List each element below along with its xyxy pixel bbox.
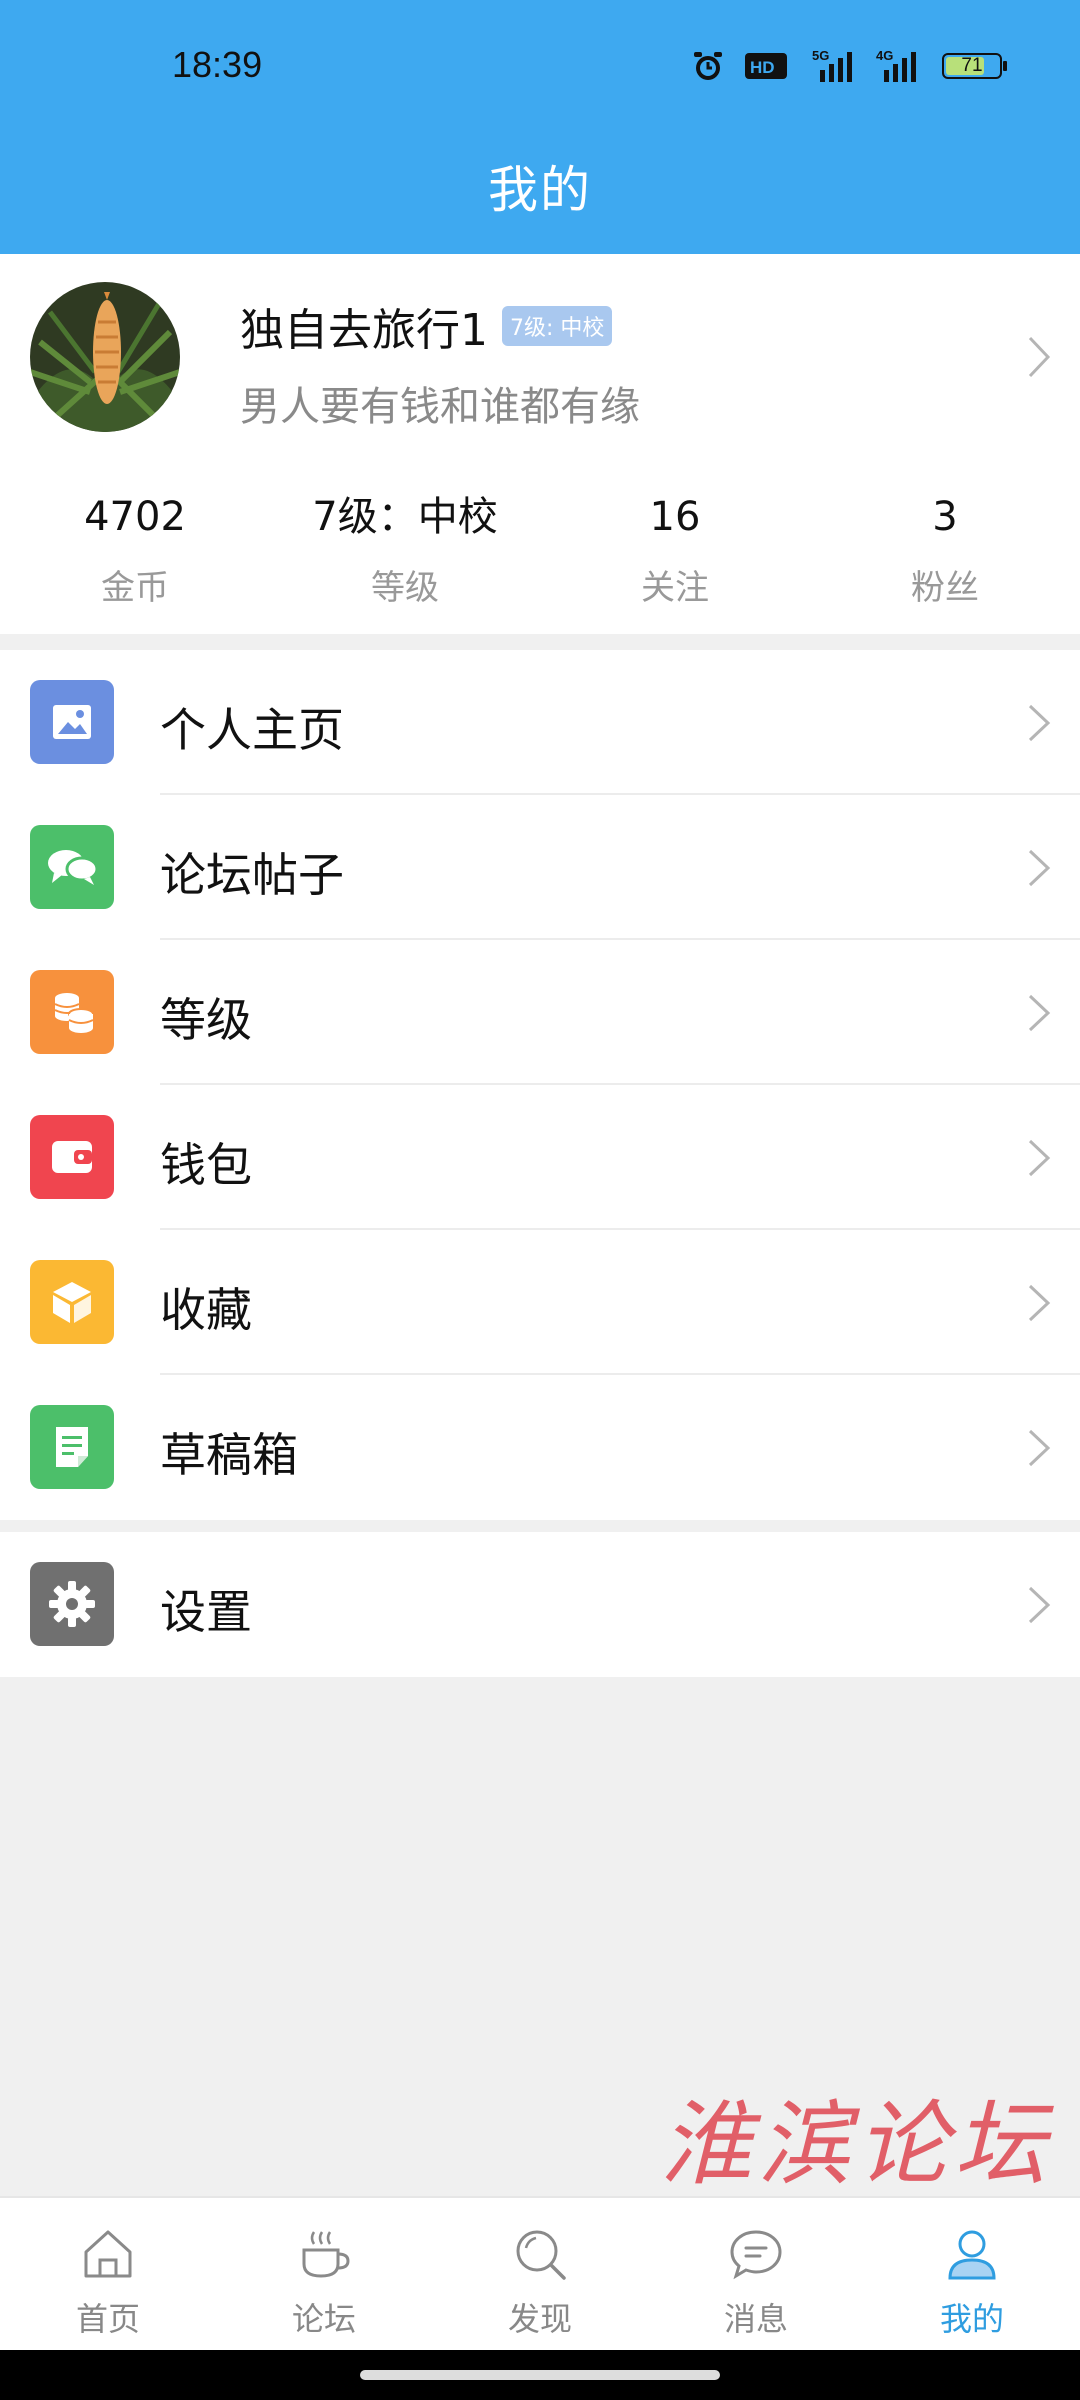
status-bar: 18:39 HD 5G 4G 71 bbox=[0, 40, 1080, 96]
hd-icon: HD bbox=[745, 53, 787, 79]
search-icon bbox=[516, 2230, 566, 2280]
stat-label: 关注 bbox=[641, 568, 709, 608]
nav-item-me[interactable]: 我的 bbox=[864, 2198, 1080, 2350]
nav-label: 首页 bbox=[75, 2300, 140, 2338]
svg-text:4G: 4G bbox=[876, 48, 893, 63]
user-icon bbox=[948, 2230, 996, 2280]
menu-item-label: 等级 bbox=[160, 993, 252, 1047]
nav-label: 论坛 bbox=[291, 2300, 356, 2338]
image-icon bbox=[30, 680, 114, 764]
stat-label: 金币 bbox=[101, 568, 169, 608]
box-icon bbox=[30, 1260, 114, 1344]
menu-item-label: 论坛帖子 bbox=[160, 848, 344, 902]
svg-text:5G: 5G bbox=[812, 48, 829, 63]
watermark: 淮滨论坛 bbox=[660, 2091, 1053, 2198]
stat-value: 7级：中校 bbox=[312, 494, 498, 540]
chevron-right-icon bbox=[1028, 704, 1051, 742]
nav-item-home[interactable]: 首页 bbox=[0, 2198, 216, 2350]
menu-item-drafts[interactable]: 草稿箱 bbox=[0, 1375, 1080, 1520]
chevron-right-icon bbox=[1028, 1586, 1051, 1624]
gear-icon bbox=[30, 1562, 114, 1646]
coffee-cup-icon bbox=[302, 2231, 350, 2278]
menu-item-label: 个人主页 bbox=[160, 703, 344, 757]
menu-item-wallet[interactable]: 钱包 bbox=[0, 1085, 1080, 1230]
menu-item-label: 收藏 bbox=[160, 1283, 252, 1337]
menu-item-level[interactable]: 等级 bbox=[0, 940, 1080, 1085]
nav-label: 我的 bbox=[939, 2300, 1004, 2338]
system-nav-bar bbox=[0, 2350, 1080, 2400]
status-time: 18:39 bbox=[172, 44, 263, 85]
menu-item-homepage[interactable]: 个人主页 bbox=[0, 650, 1080, 795]
battery-icon: 71 bbox=[942, 51, 1008, 81]
bottom-nav: 首页 论坛 发现 消息 我的 bbox=[0, 2196, 1080, 2350]
svg-text:HD: HD bbox=[750, 58, 775, 77]
stat-following[interactable]: 16 关注 bbox=[540, 492, 810, 609]
username: 独自去旅行1 bbox=[240, 305, 488, 356]
coins-icon bbox=[30, 970, 114, 1054]
app-header: 18:39 HD 5G 4G 71 我的 bbox=[0, 0, 1080, 254]
stat-value: 16 bbox=[649, 494, 701, 540]
stat-coins[interactable]: 4702 金币 bbox=[0, 492, 270, 609]
home-indicator[interactable] bbox=[360, 2370, 720, 2380]
chevron-right-icon[interactable] bbox=[1024, 332, 1054, 382]
5g-signal-icon: 5G bbox=[812, 48, 852, 82]
profile-stats: 4702 金币 7级：中校 等级 16 关注 3 粉丝 bbox=[0, 492, 1080, 609]
avatar[interactable] bbox=[30, 282, 180, 432]
profile-card[interactable]: 独自去旅行1 7级: 中校 男人要有钱和谁都有缘 4702 金币 7级：中校 等… bbox=[0, 254, 1080, 634]
stat-label: 等级 bbox=[371, 568, 439, 608]
draft-icon bbox=[30, 1405, 114, 1489]
menu-list: 个人主页 论坛帖子 等级 钱包 收藏 草稿箱 bbox=[0, 650, 1080, 1520]
battery-level: 71 bbox=[961, 55, 983, 76]
stat-label: 粉丝 bbox=[911, 568, 979, 608]
level-badge: 7级: 中校 bbox=[502, 306, 613, 346]
page-title: 我的 bbox=[488, 161, 592, 219]
nav-item-forum[interactable]: 论坛 bbox=[216, 2198, 432, 2350]
chevron-right-icon bbox=[1028, 1429, 1051, 1467]
menu-item-label: 设置 bbox=[160, 1585, 252, 1639]
menu-item-forum-posts[interactable]: 论坛帖子 bbox=[0, 795, 1080, 940]
chevron-right-icon bbox=[1028, 1139, 1051, 1177]
nav-label: 发现 bbox=[507, 2300, 572, 2338]
alarm-icon bbox=[694, 52, 722, 80]
message-icon bbox=[730, 2230, 782, 2280]
chevron-right-icon bbox=[1028, 849, 1051, 887]
wallet-icon bbox=[30, 1115, 114, 1199]
chevron-right-icon bbox=[1028, 1284, 1051, 1322]
stat-value: 3 bbox=[932, 494, 958, 540]
status-icons: HD 5G 4G 71 bbox=[690, 48, 1008, 84]
user-signature: 男人要有钱和谁都有缘 bbox=[240, 384, 640, 430]
menu-item-settings[interactable]: 设置 bbox=[0, 1532, 1080, 1677]
stat-followers[interactable]: 3 粉丝 bbox=[810, 492, 1080, 609]
menu-item-label: 草稿箱 bbox=[160, 1428, 298, 1482]
4g-signal-icon: 4G bbox=[876, 48, 916, 82]
chat-icon bbox=[30, 825, 114, 909]
settings-section: 设置 bbox=[0, 1532, 1080, 1677]
menu-item-label: 钱包 bbox=[160, 1138, 252, 1192]
nav-item-discover[interactable]: 发现 bbox=[432, 2198, 648, 2350]
username-row: 独自去旅行1 7级: 中校 bbox=[240, 294, 613, 358]
stat-level[interactable]: 7级：中校 等级 bbox=[270, 492, 540, 609]
nav-label: 消息 bbox=[723, 2300, 788, 2338]
nav-item-messages[interactable]: 消息 bbox=[648, 2198, 864, 2350]
chevron-right-icon bbox=[1028, 994, 1051, 1032]
stat-value: 4702 bbox=[84, 494, 186, 540]
home-icon bbox=[84, 2230, 132, 2278]
menu-item-favorites[interactable]: 收藏 bbox=[0, 1230, 1080, 1375]
